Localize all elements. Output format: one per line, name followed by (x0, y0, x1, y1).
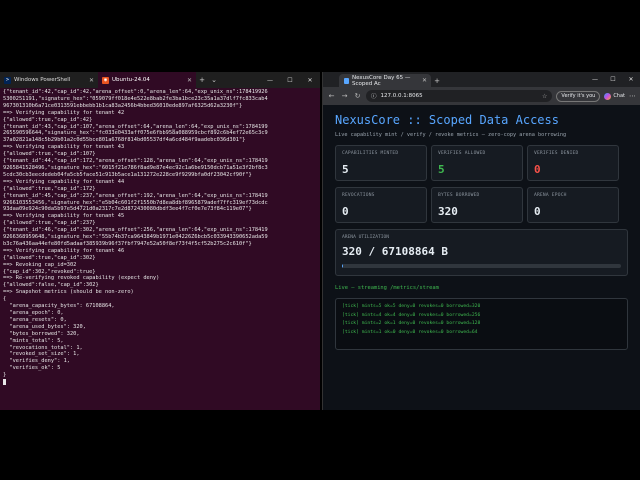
metric-card-revocations: REVOCATIONS 0 (335, 187, 427, 223)
metric-label: VERIFIES ALLOWED (438, 151, 486, 156)
close-window-icon[interactable]: ✕ (300, 72, 320, 88)
metric-value: 0 (342, 205, 349, 218)
metric-label: BYTES BORROWED (438, 193, 480, 198)
log-line: [tick] mints=2 ok=1 deny=0 revokes=0 bor… (342, 321, 481, 327)
metric-card-verifies-allowed: VERIFIES ALLOWED 5 (431, 145, 523, 181)
more-menu-icon[interactable]: ⋯ (629, 92, 636, 100)
metric-card-bytes-borrowed: BYTES BORROWED 320 (431, 187, 523, 223)
address-bar[interactable]: ⓘ 127.0.0.1:8065 ☆ (366, 90, 553, 102)
metric-value: 0 (534, 205, 541, 218)
browser-window: NexusCore Day 65 — Scoped Ac ✕ + — ☐ ✕ ←… (322, 72, 640, 410)
utilization-value: 320 / 67108864 B (342, 245, 448, 258)
dashboard: NexusCore :: Scoped Data Access Live cap… (323, 113, 640, 350)
url-text: 127.0.0.1:8065 (380, 93, 423, 99)
terminal-output[interactable]: {"tenant_id":42,"cap_id":42,"arena_offse… (0, 88, 320, 410)
site-info-icon[interactable]: ⓘ (371, 92, 377, 100)
ubuntu-icon: ◉ (102, 76, 109, 84)
utilization-label: ARENA UTILIZATION (342, 235, 390, 240)
chat-label: Chat (613, 93, 625, 99)
utilization-bar (342, 264, 621, 268)
verify-button[interactable]: Verify it's you (556, 90, 601, 102)
chat-button[interactable]: Chat (604, 92, 625, 100)
terminal-window: > Windows PowerShell ✕ ◉ Ubuntu-24.04 ✕ … (0, 72, 320, 410)
close-icon[interactable]: ✕ (187, 77, 192, 84)
metrics-grid: CAPABILITIES MINTED 5 VERIFIES ALLOWED 5… (335, 145, 628, 223)
powershell-icon: > (4, 76, 11, 84)
log-line: [tick] mints=4 ok=4 deny=0 revokes=0 bor… (342, 312, 481, 318)
minimize-icon[interactable]: — (586, 72, 604, 87)
maximize-icon[interactable]: ☐ (604, 72, 622, 87)
log-line: [tick] mints=5 ok=5 deny=0 revokes=0 bor… (342, 304, 481, 309)
metric-label: CAPABILITIES MINTED (342, 151, 399, 156)
tab-label: Ubuntu-24.04 (112, 77, 150, 83)
minimize-icon[interactable]: — (260, 72, 280, 88)
new-tab-icon[interactable]: + (431, 74, 443, 87)
favicon-icon (344, 77, 349, 84)
chevron-down-icon[interactable]: ⌄ (208, 72, 220, 88)
tab-windows-powershell[interactable]: > Windows PowerShell ✕ (0, 72, 98, 88)
metric-card-verifies-denied: VERIFIES DENIED 0 (527, 145, 619, 181)
metric-value: 5 (342, 163, 349, 176)
tab-label: Windows PowerShell (14, 77, 71, 83)
page-subtitle: Live capability mint / verify / revoke m… (335, 132, 567, 138)
close-icon[interactable]: ✕ (422, 77, 427, 84)
page-title: NexusCore :: Scoped Data Access (335, 113, 559, 127)
metric-value: 0 (534, 163, 541, 176)
close-icon[interactable]: ✕ (89, 77, 94, 84)
metric-label: VERIFIES DENIED (534, 151, 579, 156)
maximize-icon[interactable]: ☐ (280, 72, 300, 88)
copilot-icon (604, 92, 612, 100)
metric-label: REVOCATIONS (342, 193, 375, 198)
arena-utilization-card: ARENA UTILIZATION 320 / 67108864 B (335, 229, 628, 276)
bookmark-star-icon[interactable]: ☆ (542, 93, 547, 100)
metric-value: 320 (438, 205, 458, 218)
browser-toolbar: ← → ↻ ⓘ 127.0.0.1:8065 ☆ Verify it's you… (323, 87, 640, 105)
terminal-cursor (3, 379, 6, 386)
log-line: [tick] mints=1 ok=0 deny=0 revokes=0 bor… (342, 329, 478, 335)
browser-tab[interactable]: NexusCore Day 65 — Scoped Ac ✕ (339, 74, 431, 87)
metric-value: 5 (438, 163, 445, 176)
new-tab-icon[interactable]: + (196, 72, 208, 88)
utilization-bar-fill (342, 264, 343, 268)
close-window-icon[interactable]: ✕ (622, 72, 640, 87)
tab-ubuntu[interactable]: ◉ Ubuntu-24.04 ✕ (98, 72, 196, 88)
back-icon[interactable]: ← (327, 92, 336, 100)
stream-status: Live — streaming /metrics/stream (335, 285, 439, 291)
metric-label: ARENA EPOCH (534, 193, 567, 198)
metric-card-arena-epoch: ARENA EPOCH 0 (527, 187, 619, 223)
browser-tab-bar: NexusCore Day 65 — Scoped Ac ✕ + — ☐ ✕ (323, 72, 640, 87)
event-log: [tick] mints=5 ok=5 deny=0 revokes=0 bor… (335, 298, 628, 350)
terminal-tab-bar: > Windows PowerShell ✕ ◉ Ubuntu-24.04 ✕ … (0, 72, 320, 88)
reload-icon[interactable]: ↻ (353, 92, 362, 100)
browser-tab-title: NexusCore Day 65 — Scoped Ac (352, 74, 411, 87)
forward-icon[interactable]: → (340, 92, 349, 100)
metric-card-capabilities-minted: CAPABILITIES MINTED 5 (335, 145, 427, 181)
